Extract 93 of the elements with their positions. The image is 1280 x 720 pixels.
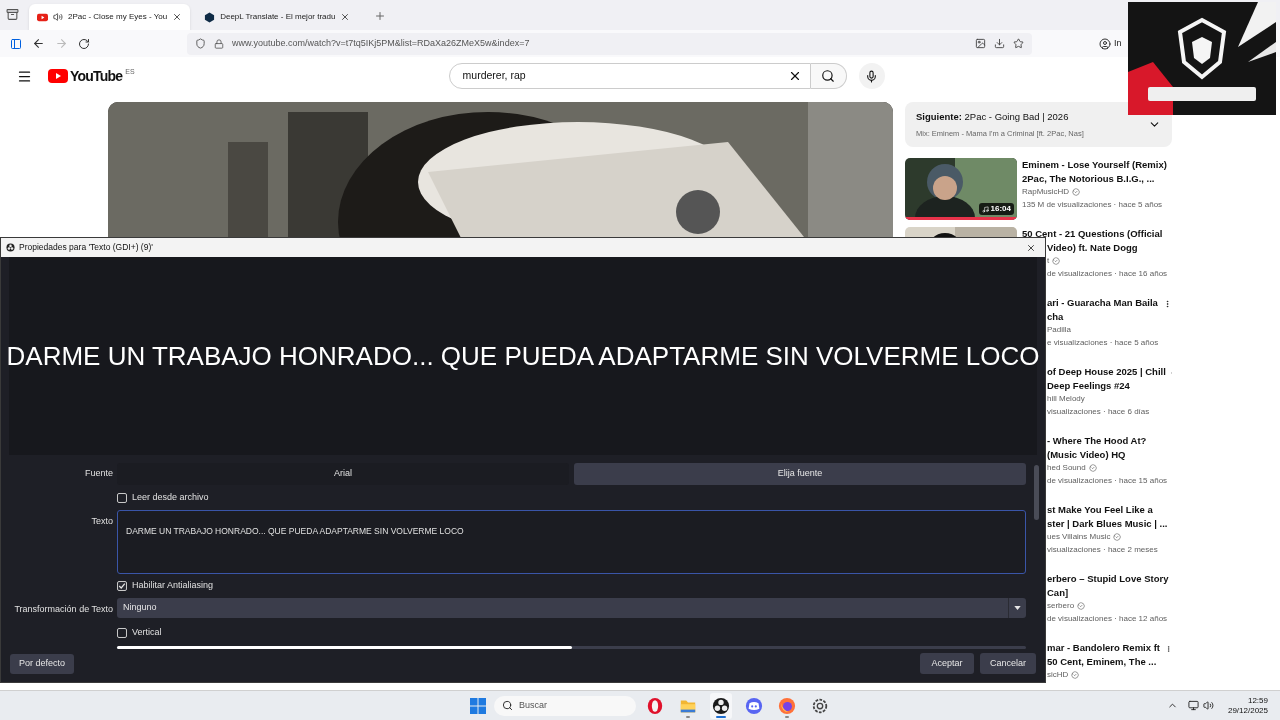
cancel-button[interactable]: Cancelar <box>980 653 1036 674</box>
up-next-title: Siguiente: 2Pac - Going Bad | 2026 <box>916 109 1070 124</box>
channel-name[interactable]: hed Sound <box>1047 462 1086 474</box>
volume-icon[interactable] <box>1202 700 1214 711</box>
video-title[interactable]: Eminem - Lose Yourself (Remix) <box>1022 158 1167 172</box>
channel-name[interactable]: Padilla <box>1047 324 1071 336</box>
shield-icon[interactable] <box>195 38 206 49</box>
running-indicator <box>785 715 789 718</box>
account-icon[interactable] <box>1099 37 1111 50</box>
tab-list-icon[interactable] <box>6 8 19 21</box>
running-indicator <box>686 715 690 718</box>
scrollbar <box>1034 465 1039 520</box>
video-title[interactable]: mar - Bandolero Remix ft <box>1047 641 1160 655</box>
channel-name[interactable]: t <box>1047 255 1050 267</box>
channel-name[interactable]: serbero <box>1047 600 1075 612</box>
checkbox[interactable] <box>117 628 127 638</box>
checkbox[interactable] <box>117 493 127 503</box>
video-title[interactable]: (Music Video) HQ <box>1047 447 1126 461</box>
bookmark-star-icon[interactable] <box>1013 38 1024 49</box>
video-title[interactable]: cha <box>1047 309 1064 323</box>
duration-label: 16:04 <box>978 203 1014 215</box>
dropdown-arrow-icon <box>1014 606 1021 610</box>
menu-icon[interactable] <box>17 68 32 84</box>
tab-title: 2Pac - Close my Eyes - You <box>68 11 168 23</box>
network-icon[interactable] <box>1187 700 1199 711</box>
windows-start-icon[interactable] <box>470 697 486 714</box>
preview-text: DARME UN TRABAJO HONRADO... QUE PUEDA ADAPTARME SIN VOLVERME LOCO <box>6 339 1040 373</box>
address-bar[interactable]: www.youtube.com/watch?v=t7tq5IKj5PM&list=RDaXa26ZMeX5w&index=7 <box>187 32 1032 55</box>
browser-tab[interactable]: DeepL Translate - El mejor tradu <box>196 4 359 30</box>
video-title[interactable]: erbero – Stupid Love Story <box>1047 572 1169 586</box>
channel-name[interactable]: ues Villains Music <box>1047 531 1111 543</box>
video-title[interactable]: Can] <box>1047 585 1069 599</box>
video-stats: visualizaciones · hace 2 meses <box>1047 544 1158 556</box>
defaults-button[interactable]: Por defecto <box>10 653 75 674</box>
voice-search-button[interactable] <box>858 63 885 89</box>
video-title[interactable]: 2Pac, The Notorious B.I.G., ... <box>1022 171 1155 185</box>
video-stats: visualizaciones · hace 6 días <box>1047 406 1150 418</box>
channel-name[interactable]: hill Melody <box>1047 393 1085 405</box>
checkbox-label: Habilitar Antialiasing <box>132 579 214 593</box>
search-icon <box>821 69 836 83</box>
font-name-field: Arial <box>117 463 569 485</box>
back-icon[interactable] <box>32 37 45 50</box>
video-title[interactable]: - Where The Hood At? <box>1047 434 1147 448</box>
picture-in-picture-icon[interactable] <box>975 38 986 49</box>
channel-name[interactable]: sicHD <box>1047 669 1069 681</box>
transform-select[interactable]: Ninguno <box>117 598 1026 618</box>
sidebar-icon[interactable] <box>10 37 22 50</box>
lock-icon <box>214 38 224 49</box>
tab-title: DeepL Translate - El mejor tradu <box>220 11 336 23</box>
video-stats: de visualizaciones · hace 12 años <box>1047 613 1168 625</box>
field-label: Texto <box>90 515 114 528</box>
search-button[interactable] <box>810 63 847 89</box>
url-text: www.youtube.com/watch?v=t7tq5IKj5PM&list=RDaXa26ZMeX5w&index=7 <box>232 36 531 50</box>
slider-track[interactable] <box>117 646 1026 649</box>
video-title[interactable]: ari - Guaracha Man Baila <box>1047 296 1158 310</box>
video-title[interactable]: st Make You Feel Like a <box>1047 503 1153 517</box>
hexagon-favicon-icon <box>204 11 216 23</box>
video-title[interactable]: of Deep House 2025 | Chill <box>1047 365 1166 379</box>
field-label: Transformación de Texto <box>13 603 114 616</box>
reload-icon[interactable] <box>78 37 90 50</box>
microphone-icon <box>865 69 879 83</box>
browser-tab[interactable]: 2Pac - Close my Eyes - You <box>29 4 191 30</box>
video-title[interactable]: ster | Dark Blues Music | ... <box>1047 516 1168 530</box>
obs-icon <box>6 243 15 252</box>
checkbox-label: Leer desde archivo <box>132 491 209 505</box>
ok-button[interactable]: Aceptar <box>920 653 974 674</box>
new-tab-icon[interactable] <box>374 10 387 22</box>
text-input-field[interactable]: DARME UN TRABAJO HONRADO... QUE PUEDA ADAPTARME SIN VOLVERME LOCO <box>117 510 1026 574</box>
taskbar-search-field[interactable]: Buscar <box>494 695 636 716</box>
choose-font-button[interactable]: Elija fuente <box>574 463 1026 485</box>
window-title: Propiedades para 'Texto (GDI+) (9)' <box>19 241 154 254</box>
close-icon[interactable] <box>172 12 183 22</box>
channel-name[interactable]: RapMusicHD <box>1022 186 1070 198</box>
video-title[interactable]: 50 Cent, Eminem, The ... <box>1047 654 1157 668</box>
video-favicon-icon <box>37 11 48 23</box>
video-stats: e visualizaciones · hace 5 años <box>1047 337 1159 349</box>
field-label: Fuente <box>83 467 114 480</box>
video-title[interactable]: Video) ft. Nate Dogg <box>1047 240 1138 254</box>
close-icon[interactable] <box>1026 242 1036 253</box>
music-note-icon <box>981 205 989 213</box>
close-icon[interactable] <box>340 12 351 22</box>
video-title[interactable]: 50 Cent - 21 Questions (Official <box>1022 227 1163 241</box>
account-label: In <box>1114 36 1122 50</box>
running-indicator <box>716 715 726 718</box>
search-icon <box>502 700 513 711</box>
video-title[interactable]: Deep Feelings #24 <box>1047 378 1130 392</box>
checkbox[interactable] <box>117 581 127 591</box>
video-stats: de visualizaciones · hace 16 años <box>1047 268 1168 280</box>
clock[interactable]: 12:59 29/12/2025 <box>1227 695 1268 716</box>
checkbox-label: Vertical <box>132 626 162 640</box>
video-stats: de visualizaciones · hace 15 años <box>1047 475 1168 487</box>
speaker-icon[interactable] <box>53 12 63 22</box>
video-stats: 135 M de visualizaciones · hace 5 años <box>1022 199 1163 211</box>
